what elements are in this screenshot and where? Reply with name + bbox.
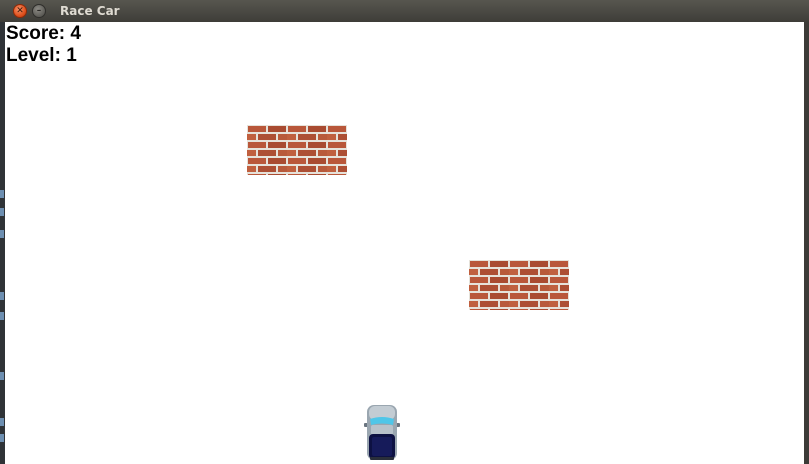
player-car — [364, 403, 400, 461]
game-window: ✕ – Race Car Score: 4 Level: 1 — [0, 0, 809, 464]
edge-mark — [0, 418, 4, 426]
edge-mark — [0, 434, 4, 442]
game-canvas[interactable]: Score: 4 Level: 1 — [5, 22, 804, 464]
edge-mark — [0, 312, 4, 320]
edge-mark — [0, 190, 4, 198]
window-border-right — [804, 22, 809, 464]
edge-mark — [0, 230, 4, 238]
brick-wall-obstacle — [247, 125, 347, 175]
edge-mark — [0, 372, 4, 380]
close-button[interactable]: ✕ — [13, 4, 27, 18]
brick-wall-obstacle — [469, 260, 569, 310]
close-icon: ✕ — [16, 6, 24, 16]
level-label: Level: 1 — [6, 45, 77, 66]
edge-mark — [0, 292, 4, 300]
car-icon — [364, 405, 400, 460]
brick-wall-icon — [469, 260, 569, 310]
minimize-icon: – — [36, 6, 42, 16]
edge-mark — [0, 208, 4, 216]
minimize-button[interactable]: – — [32, 4, 46, 18]
title-bar[interactable]: ✕ – Race Car — [0, 0, 809, 23]
brick-wall-icon — [247, 125, 347, 175]
score-label: Score: 4 — [6, 23, 81, 44]
window-title: Race Car — [60, 4, 120, 18]
